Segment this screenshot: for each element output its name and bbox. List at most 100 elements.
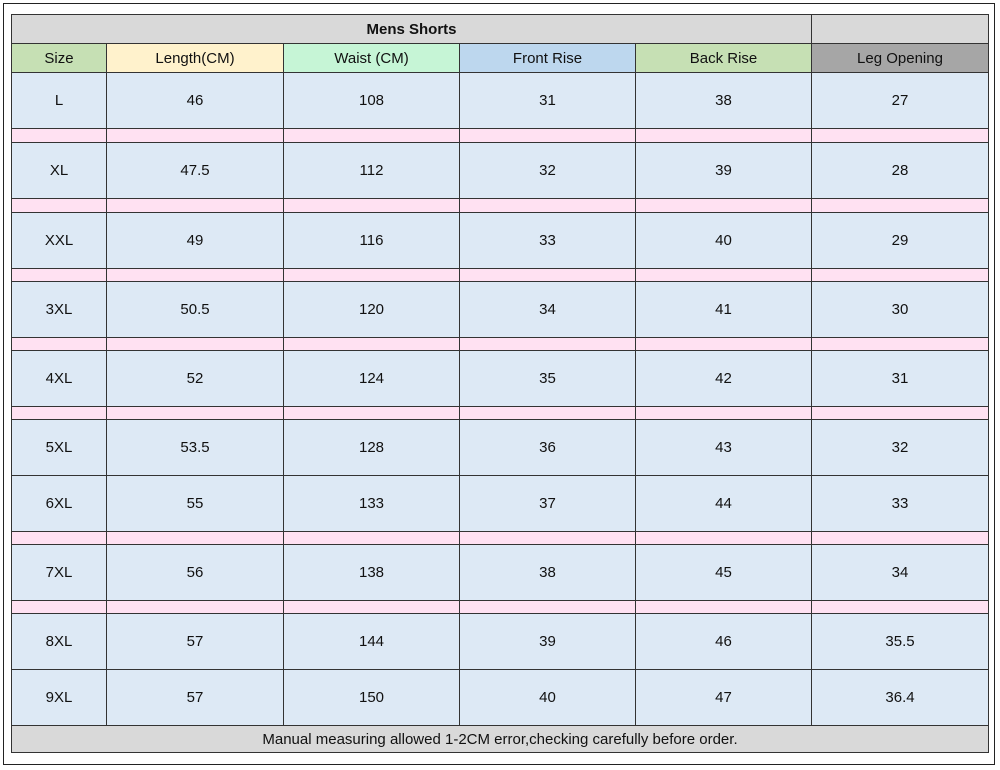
separator-row	[11, 600, 989, 614]
header-leg-opening: Leg Opening	[811, 43, 989, 73]
separator-cell	[11, 600, 107, 614]
cell-size: 6XL	[11, 475, 107, 532]
cell-length: 57	[106, 669, 284, 726]
separator-cell	[635, 531, 812, 545]
cell-waist: 124	[283, 350, 460, 407]
separator-cell	[811, 337, 989, 351]
separator-cell	[459, 531, 636, 545]
cell-front-rise: 40	[459, 669, 636, 726]
cell-leg-opening: 36.4	[811, 669, 989, 726]
cell-leg-opening: 29	[811, 212, 989, 269]
cell-front-rise: 31	[459, 72, 636, 129]
header-length: Length(CM)	[106, 43, 284, 73]
cell-waist: 133	[283, 475, 460, 532]
table-row: 4XL 52 124 35 42 31	[11, 350, 989, 407]
cell-leg-opening: 35.5	[811, 613, 989, 670]
table-row: 3XL 50.5 120 34 41 30	[11, 281, 989, 338]
separator-cell	[106, 531, 284, 545]
header-waist: Waist (CM)	[283, 43, 460, 73]
title-blank-cell	[811, 14, 989, 44]
separator-cell	[811, 406, 989, 420]
cell-waist: 138	[283, 544, 460, 601]
separator-cell	[106, 600, 284, 614]
cell-waist: 108	[283, 72, 460, 129]
cell-waist: 112	[283, 142, 460, 199]
cell-front-rise: 37	[459, 475, 636, 532]
cell-back-rise: 44	[635, 475, 812, 532]
separator-cell	[283, 128, 460, 143]
header-row: Size Length(CM) Waist (CM) Front Rise Ba…	[11, 43, 989, 73]
cell-front-rise: 33	[459, 212, 636, 269]
separator-cell	[811, 128, 989, 143]
separator-cell	[811, 268, 989, 282]
cell-waist: 150	[283, 669, 460, 726]
separator-row	[11, 531, 989, 545]
cell-leg-opening: 34	[811, 544, 989, 601]
cell-size: XXL	[11, 212, 107, 269]
cell-length: 52	[106, 350, 284, 407]
table-row: 9XL 57 150 40 47 36.4	[11, 669, 989, 726]
table-row: 8XL 57 144 39 46 35.5	[11, 613, 989, 670]
cell-waist: 144	[283, 613, 460, 670]
cell-size: L	[11, 72, 107, 129]
separator-cell	[635, 337, 812, 351]
cell-back-rise: 47	[635, 669, 812, 726]
cell-length: 55	[106, 475, 284, 532]
cell-size: 4XL	[11, 350, 107, 407]
cell-back-rise: 45	[635, 544, 812, 601]
separator-cell	[283, 531, 460, 545]
cell-waist: 120	[283, 281, 460, 338]
cell-size: 7XL	[11, 544, 107, 601]
table-row: 6XL 55 133 37 44 33	[11, 475, 989, 532]
cell-leg-opening: 28	[811, 142, 989, 199]
separator-cell	[283, 198, 460, 213]
separator-cell	[635, 600, 812, 614]
separator-row	[11, 406, 989, 420]
cell-front-rise: 34	[459, 281, 636, 338]
cell-back-rise: 46	[635, 613, 812, 670]
separator-cell	[283, 600, 460, 614]
separator-row	[11, 198, 989, 213]
table-row: XXL 49 116 33 40 29	[11, 212, 989, 269]
cell-size: 8XL	[11, 613, 107, 670]
cell-front-rise: 35	[459, 350, 636, 407]
cell-back-rise: 41	[635, 281, 812, 338]
cell-size: XL	[11, 142, 107, 199]
separator-cell	[106, 128, 284, 143]
separator-cell	[635, 128, 812, 143]
separator-cell	[11, 268, 107, 282]
separator-cell	[459, 198, 636, 213]
cell-length: 56	[106, 544, 284, 601]
cell-size: 9XL	[11, 669, 107, 726]
cell-front-rise: 36	[459, 419, 636, 476]
separator-cell	[459, 600, 636, 614]
cell-front-rise: 32	[459, 142, 636, 199]
cell-length: 57	[106, 613, 284, 670]
cell-size: 3XL	[11, 281, 107, 338]
table-row: XL 47.5 112 32 39 28	[11, 142, 989, 199]
cell-back-rise: 42	[635, 350, 812, 407]
separator-cell	[635, 406, 812, 420]
separator-cell	[459, 406, 636, 420]
cell-leg-opening: 32	[811, 419, 989, 476]
separator-cell	[11, 198, 107, 213]
separator-cell	[459, 337, 636, 351]
separator-cell	[635, 268, 812, 282]
cell-length: 46	[106, 72, 284, 129]
separator-cell	[11, 406, 107, 420]
cell-length: 53.5	[106, 419, 284, 476]
separator-cell	[106, 406, 284, 420]
header-front-rise: Front Rise	[459, 43, 636, 73]
table-row: 5XL 53.5 128 36 43 32	[11, 419, 989, 476]
cell-leg-opening: 30	[811, 281, 989, 338]
header-size: Size	[11, 43, 107, 73]
header-back-rise: Back Rise	[635, 43, 812, 73]
separator-cell	[811, 198, 989, 213]
cell-length: 47.5	[106, 142, 284, 199]
separator-cell	[11, 531, 107, 545]
cell-back-rise: 43	[635, 419, 812, 476]
cell-leg-opening: 33	[811, 475, 989, 532]
cell-length: 49	[106, 212, 284, 269]
measurement-note: Manual measuring allowed 1-2CM error,che…	[11, 725, 989, 753]
cell-size: 5XL	[11, 419, 107, 476]
